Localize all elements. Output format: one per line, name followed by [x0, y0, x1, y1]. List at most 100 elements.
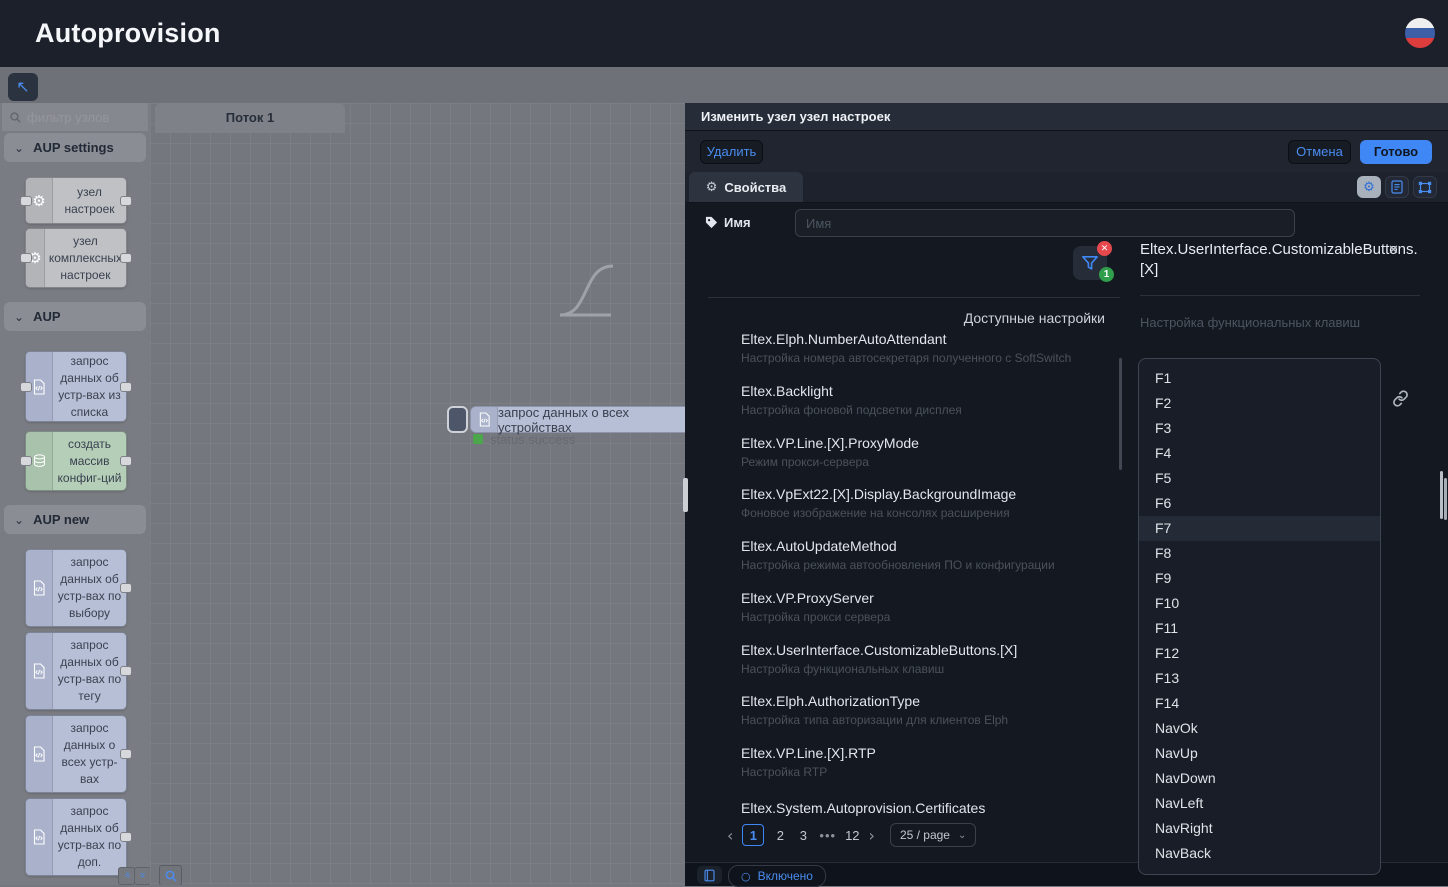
double-chevron-down-icon: «	[136, 872, 150, 878]
palette-node-create-config-array[interactable]: создать массив конфиг-ций	[25, 431, 127, 491]
output-port[interactable]	[120, 666, 132, 676]
option-navok[interactable]: NavOk	[1139, 716, 1380, 741]
language-flag-icon[interactable]	[1405, 18, 1435, 48]
file-code-icon	[32, 580, 46, 596]
output-port[interactable]	[120, 456, 132, 466]
option-f10[interactable]: F10	[1139, 591, 1380, 616]
page-size-select[interactable]: 25 / page ⌄	[890, 823, 976, 847]
option-f4[interactable]: F4	[1139, 441, 1380, 466]
option-f11[interactable]: F11	[1139, 616, 1380, 641]
option-f9[interactable]: F9	[1139, 566, 1380, 591]
setting-item[interactable]: Eltex.System.Autoprovision.Certificates	[741, 800, 1111, 816]
flow-node-request-all-devices[interactable]: запрос данных о всех устройствах	[470, 406, 700, 433]
chevron-down-icon: ⌄	[14, 515, 24, 525]
option-f1[interactable]: F1	[1139, 366, 1380, 391]
cancel-button[interactable]: Отмена	[1288, 140, 1351, 164]
input-port[interactable]	[20, 456, 32, 466]
collapse-all-categories-button[interactable]: «	[118, 867, 135, 885]
option-navback[interactable]: NavBack	[1139, 841, 1380, 866]
palette-node-label: запрос данных о всех устр-вах	[53, 716, 126, 792]
expand-all-categories-button[interactable]: «	[134, 867, 151, 885]
page-3-button[interactable]: 3	[796, 828, 810, 843]
palette-node-request-by-tag[interactable]: запрос данных об устр-вах по тегу	[25, 632, 127, 710]
setting-item[interactable]: Eltex.Elph.AuthorizationType Настройка т…	[741, 693, 1111, 727]
option-f5[interactable]: F5	[1139, 466, 1380, 491]
option-f6[interactable]: F6	[1139, 491, 1380, 516]
option-f2[interactable]: F2	[1139, 391, 1380, 416]
option-f7[interactable]: F7	[1139, 516, 1380, 541]
setting-item[interactable]: Eltex.Elph.NumberAutoAttendant Настройка…	[741, 331, 1111, 365]
output-port[interactable]	[120, 749, 132, 759]
setting-item[interactable]: Eltex.UserInterface.CustomizableButtons.…	[741, 642, 1111, 676]
setting-item[interactable]: Eltex.VP.Line.[X].RTP Настройка RTP	[741, 745, 1111, 779]
option-f12[interactable]: F12	[1139, 641, 1380, 666]
page-next-button[interactable]: ›	[869, 826, 875, 845]
setting-item[interactable]: Eltex.VpExt22.[X].Display.BackgroundImag…	[741, 486, 1111, 520]
input-port[interactable]	[20, 253, 32, 263]
palette-node-request-by-extra[interactable]: запрос данных об устр-вах по доп.	[25, 798, 127, 876]
page-last-button[interactable]: 12	[845, 828, 859, 843]
output-port[interactable]	[120, 196, 132, 206]
option-navdown[interactable]: NavDown	[1139, 766, 1380, 791]
settings-list-scrollbar[interactable]	[1119, 358, 1122, 470]
edit-node-panel: Изменить узел узел настроек Удалить Отме…	[685, 103, 1448, 885]
option-f8[interactable]: F8	[1139, 541, 1380, 566]
tab-properties-label: Свойства	[724, 180, 786, 195]
input-port[interactable]	[20, 382, 32, 392]
description-view-button[interactable]	[1385, 176, 1409, 198]
detail-scrollbar[interactable]	[1440, 471, 1443, 519]
setting-item[interactable]: Eltex.VP.Line.[X].ProxyMode Режим прокси…	[741, 435, 1111, 469]
setting-name: Eltex.VP.ProxyServer	[741, 590, 1111, 606]
detail-divider	[1140, 295, 1420, 296]
link-icon[interactable]	[1392, 390, 1409, 407]
canvas-zoom-button[interactable]	[159, 865, 182, 885]
palette-category-aup-new[interactable]: ⌄ AUP new	[4, 505, 146, 534]
palette-node-request-all[interactable]: запрос данных о всех устр-вах	[25, 715, 127, 793]
palette-node-label: запрос данных об устр-вах из списка	[53, 352, 126, 421]
option-navup[interactable]: NavUp	[1139, 741, 1380, 766]
inject-button[interactable]	[447, 406, 468, 433]
page-2-button[interactable]: 2	[773, 828, 787, 843]
name-input[interactable]	[795, 209, 1295, 237]
panel-splitter-handle[interactable]	[683, 478, 688, 512]
option-navleft[interactable]: NavLeft	[1139, 791, 1380, 816]
panel-scrollbar-outer[interactable]	[1444, 478, 1447, 520]
appearance-view-button[interactable]	[1413, 176, 1437, 198]
palette-category-aup-settings[interactable]: ⌄ AUP settings	[4, 133, 146, 162]
setting-desc: Настройка фоновой подсветки дисплея	[741, 403, 1111, 417]
palette-category-aup[interactable]: ⌄ AUP	[4, 302, 146, 331]
option-navright[interactable]: NavRight	[1139, 816, 1380, 841]
page-prev-button[interactable]: ‹	[727, 826, 733, 845]
docs-button[interactable]	[697, 866, 722, 884]
list-divider	[708, 297, 1120, 298]
page-jump-button[interactable]: •••	[819, 828, 836, 843]
node-enabled-toggle[interactable]: ○ Включено	[728, 865, 826, 887]
output-port[interactable]	[120, 832, 132, 842]
setting-name: Eltex.VpExt22.[X].Display.BackgroundImag…	[741, 486, 1111, 502]
tab-properties[interactable]: ⚙ Свойства	[689, 172, 803, 202]
palette-node-request-list[interactable]: запрос данных об устр-вах из списка	[25, 351, 127, 422]
pointer-mode-button[interactable]: ↖	[8, 73, 38, 101]
setting-item[interactable]: Eltex.Backlight Настройка фоновой подсве…	[741, 383, 1111, 417]
option-f14[interactable]: F14	[1139, 691, 1380, 716]
setting-item[interactable]: Eltex.AutoUpdateMethod Настройка режима …	[741, 538, 1111, 572]
output-port[interactable]	[120, 382, 132, 392]
page-1-button[interactable]: 1	[742, 824, 764, 846]
done-button[interactable]: Готово	[1360, 140, 1432, 164]
input-port[interactable]	[20, 196, 32, 206]
palette-node-request-by-choice[interactable]: запрос данных об устр-вах по выбору	[25, 549, 127, 627]
properties-view-button[interactable]: ⚙	[1357, 176, 1381, 198]
remove-setting-button[interactable]: ✕	[1388, 243, 1399, 258]
chevron-down-icon: ⌄	[14, 143, 24, 153]
setting-item[interactable]: Eltex.VP.ProxyServer Настройка прокси се…	[741, 590, 1111, 624]
output-port[interactable]	[120, 583, 132, 593]
palette-node-complex-settings[interactable]: ⚙ узел комплексных настроек	[25, 228, 127, 288]
filter-clear-badge[interactable]: ✕	[1097, 241, 1112, 256]
option-f13[interactable]: F13	[1139, 666, 1380, 691]
option-f3[interactable]: F3	[1139, 416, 1380, 441]
delete-button[interactable]: Удалить	[700, 140, 763, 164]
palette-node-settings[interactable]: ⚙ узел настроек	[25, 177, 127, 224]
flow-node-label: запрос данных о всех устройствах	[498, 407, 699, 432]
palette-filter[interactable]: фильтр узлов	[2, 103, 148, 131]
output-port[interactable]	[120, 253, 132, 263]
